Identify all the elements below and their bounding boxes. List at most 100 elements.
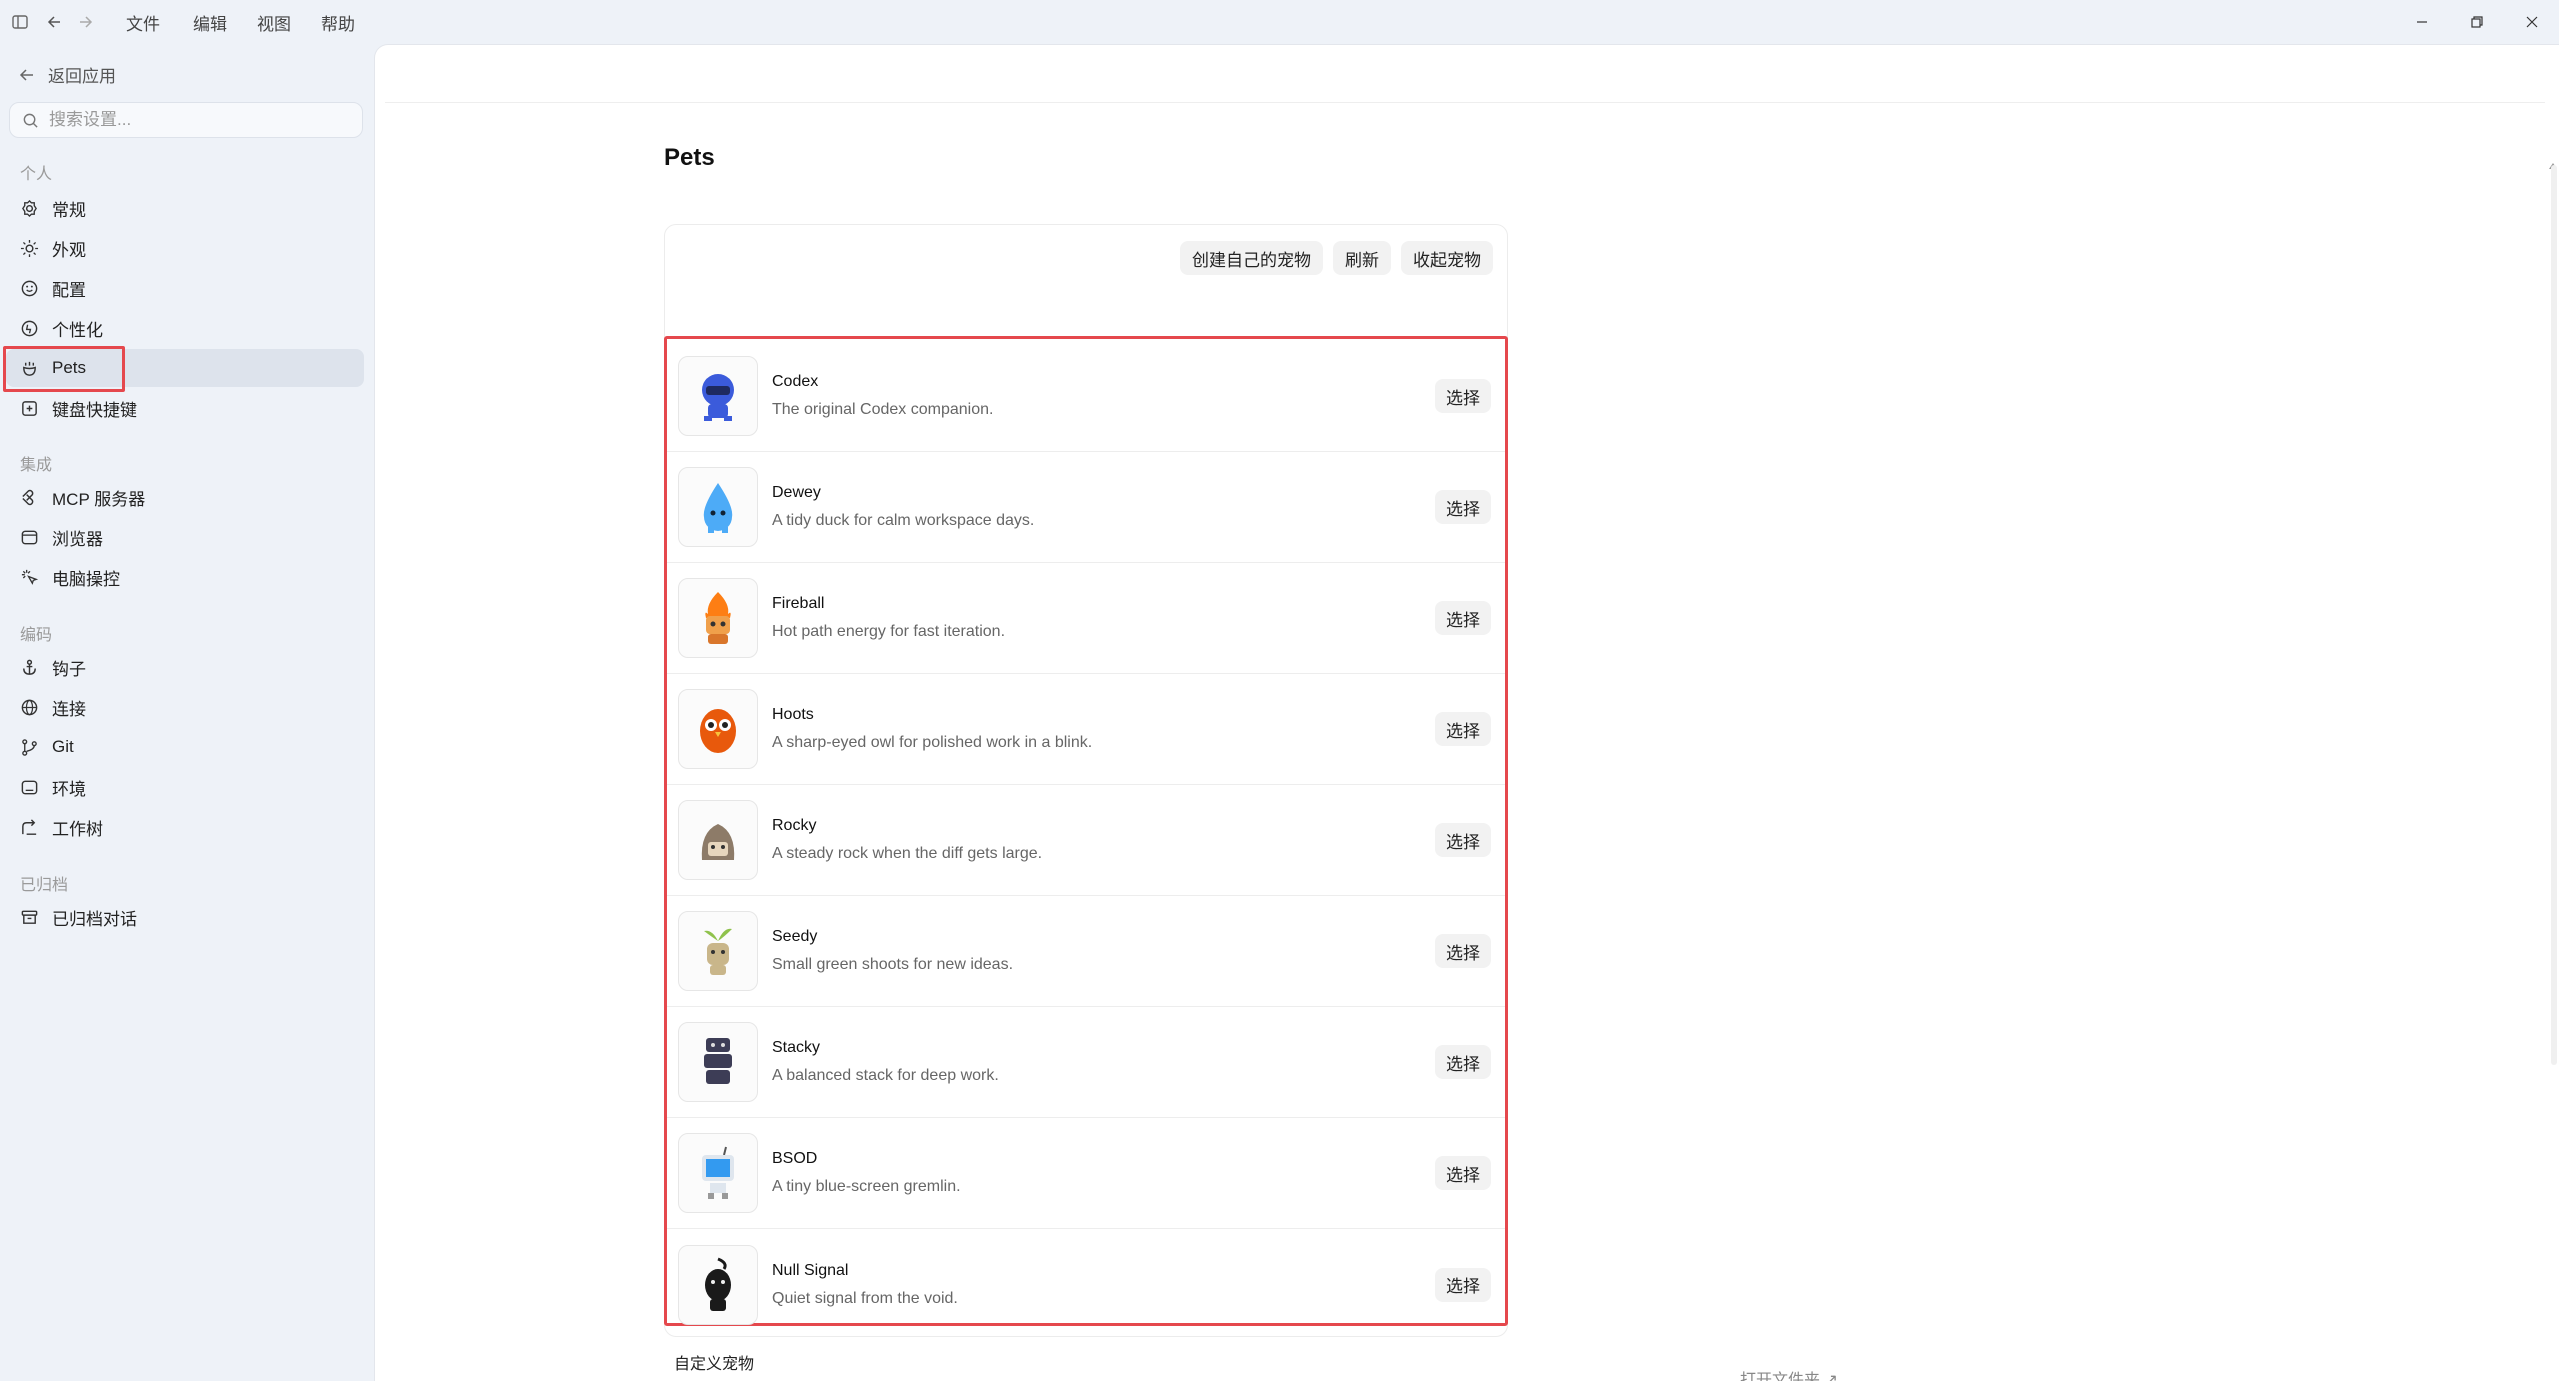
pet-name: Fireball [772,595,825,612]
smile-icon [21,280,38,296]
sidebar-item-label: 钩子 [52,659,86,679]
open-folder-link[interactable]: 打开文件夹 ↗ [1740,1366,1838,1381]
pet-row: Null Signal Quiet signal from the void. 选择 [667,1229,1505,1340]
sidebar-item-config[interactable]: 配置 [6,269,364,307]
forward-arrow-icon[interactable] [70,0,100,44]
close-button[interactable] [2504,0,2559,44]
pet-mascot-icon [701,824,735,860]
sidebar-item-label: Git [52,737,74,756]
sidebar-item-label: 配置 [52,280,86,300]
create-pet-button[interactable]: 创建自己的宠物 [1180,241,1323,275]
pet-avatar-image [678,1022,758,1102]
sidebar-item-hooks[interactable]: 钩子 [6,648,364,686]
menu-help[interactable]: 帮助 [321,10,355,35]
settings-search[interactable] [9,102,363,138]
select-pet-button[interactable]: 选择 [1435,601,1491,635]
sidebar-item-browser[interactable]: 浏览器 [6,518,364,556]
sidebar-item-label: 外观 [52,240,86,260]
section-integration: 集成 [20,457,53,474]
sidebar-item-env[interactable]: 环境 [6,768,364,806]
pet-mascot-icon [704,928,732,975]
select-pet-button[interactable]: 选择 [1435,379,1491,413]
sidebar-item-personalize[interactable]: 个性化 [6,309,364,347]
pet-text: Hoots A sharp-eyed owl for polished work … [772,706,1092,752]
archive-icon [21,910,38,924]
pets-toolbar: 创建自己的宠物 刷新 收起宠物 [1180,241,1493,275]
collapse-pets-button[interactable]: 收起宠物 [1401,241,1493,275]
sidebar-toggle-icon[interactable] [0,0,40,44]
sidebar-item-shortcuts[interactable]: 键盘快捷键 [6,389,364,427]
pets-highlight-box [3,346,125,392]
pet-mascot-icon [705,592,731,644]
pet-description: A balanced stack for deep work. [772,1067,999,1084]
select-pet-button[interactable]: 选择 [1435,934,1491,968]
back-to-app-label: 返回应用 [48,67,116,86]
sidebar-item-label: 已归档对话 [52,909,137,929]
select-pet-button[interactable]: 选择 [1435,1156,1491,1190]
sidebar-item-mcp[interactable]: MCP 服务器 [6,478,364,516]
pet-name: Stacky [772,1039,821,1056]
select-pet-button[interactable]: 选择 [1435,1045,1491,1079]
minimize-button[interactable] [2394,0,2449,44]
select-pet-button[interactable]: 选择 [1435,1267,1491,1302]
select-pet-button[interactable]: 选择 [1435,823,1491,857]
pet-row: Stacky A balanced stack for deep work. 选择 [667,1007,1505,1118]
pet-mascot-icon [704,1038,732,1084]
pet-description: A tidy duck for calm workspace days. [772,512,1035,529]
pet-name: Rocky [772,817,817,834]
sidebar-item-label: 键盘快捷键 [52,400,137,420]
sidebar-item-label: MCP 服务器 [52,489,146,509]
page-title: Pets [664,144,715,171]
select-pet-button[interactable]: 选择 [1435,712,1491,746]
pet-description: Hot path energy for fast iteration. [772,623,1006,640]
sidebar-item-label: 连接 [52,699,86,719]
refresh-button[interactable]: 刷新 [1333,241,1391,275]
cursor-click-icon [21,569,39,585]
pet-name: Null Signal [772,1261,849,1279]
sidebar-item-archived-chats[interactable]: 已归档对话 [6,898,364,936]
sidebar-item-connections[interactable]: 连接 [6,688,364,726]
sidebar-item-label: 常规 [52,200,86,220]
section-personal: 个人 [20,166,53,183]
search-icon [23,113,38,128]
pet-mascot-icon [700,709,736,753]
pet-avatar-image [678,689,758,769]
sidebar-item-worktree[interactable]: 工作树 [6,808,364,846]
restore-button[interactable] [2449,0,2504,44]
pet-name: Hoots [772,706,814,723]
menu-edit[interactable]: 编辑 [193,10,227,35]
custom-pets-label: 自定义宠物 [674,1356,755,1373]
pet-avatar-image [678,467,758,547]
settings-sidebar: 返回应用 个人 常规 外观 配置 个性化 Pets 键盘快捷键 集成 MCP 服… [0,44,374,1381]
sidebar-item-general[interactable]: 常规 [6,189,364,227]
pet-description: A tiny blue-screen gremlin. [772,1178,961,1195]
select-pet-button[interactable]: 选择 [1435,490,1491,524]
pet-avatar-image [678,911,758,991]
gear-icon [22,199,37,217]
title-bar: 文件 编辑 视图 帮助 [0,0,2559,44]
worktree-icon [22,818,37,835]
pet-name: Seedy [772,928,818,945]
sidebar-item-computer[interactable]: 电脑操控 [6,558,364,596]
section-coding: 编码 [20,627,53,644]
terminal-icon [21,780,38,794]
menu-view[interactable]: 视图 [257,10,291,35]
pet-text: Dewey A tidy duck for calm workspace days… [772,484,1034,530]
search-input[interactable] [49,110,329,130]
back-arrow-icon[interactable] [40,0,70,44]
sidebar-item-git[interactable]: Git [6,728,364,766]
section-archived: 已归档 [20,877,69,894]
pet-row: BSOD A tiny blue-screen gremlin. 选择 [667,1118,1505,1229]
sidebar-item-label: 工作树 [52,819,103,839]
pet-text: Fireball Hot path energy for fast iterati… [772,595,1005,641]
arrow-left-icon [19,68,33,81]
scrollbar[interactable] [2551,165,2557,1065]
pet-avatar-image [678,578,758,658]
mcp-icon [22,489,34,505]
globe-icon [21,699,38,715]
pet-row: Rocky A steady rock when the diff gets la… [667,785,1505,896]
keyboard-icon [22,400,37,416]
sidebar-item-appearance[interactable]: 外观 [6,229,364,267]
back-to-app-link[interactable]: 返回应用 [18,62,116,87]
menu-file[interactable]: 文件 [126,10,160,35]
